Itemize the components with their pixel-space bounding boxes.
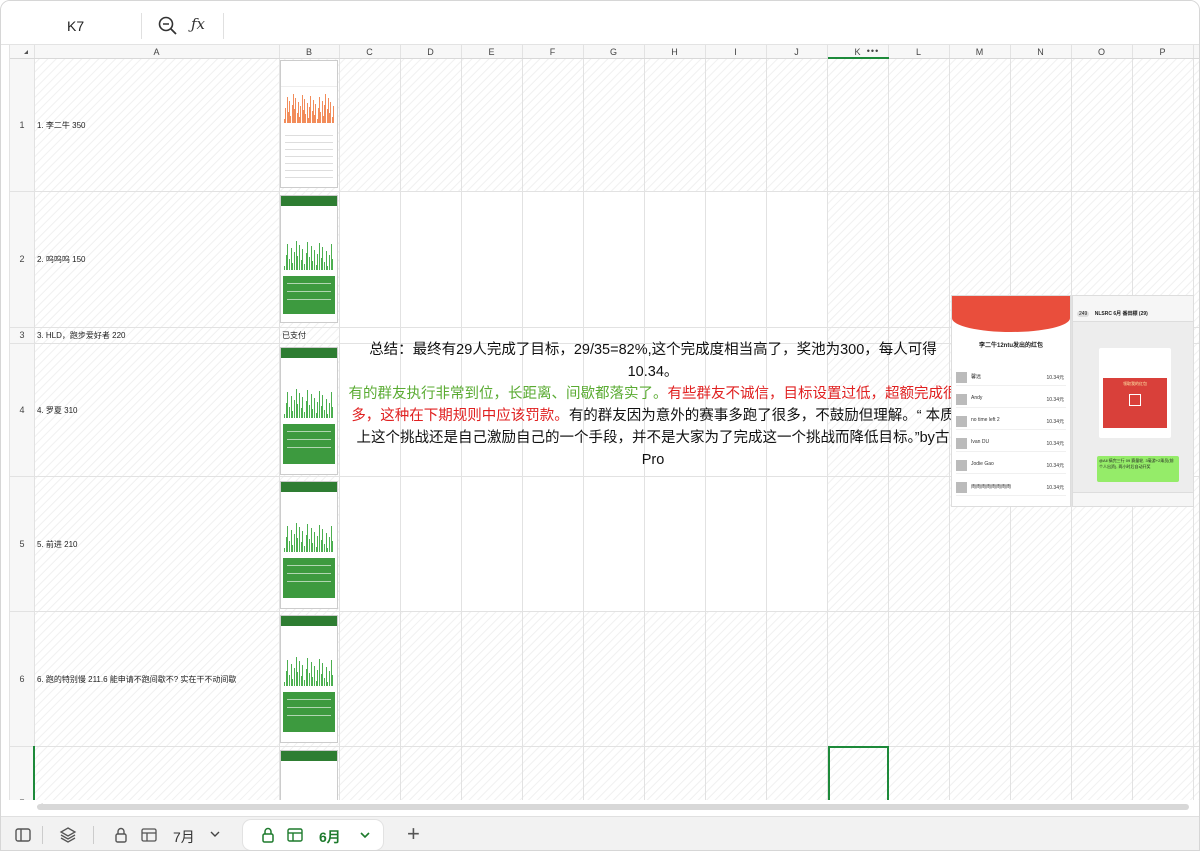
column-header-h[interactable]: H (644, 47, 705, 57)
horizontal-scrollbar[interactable] (37, 804, 1189, 810)
chat-message: @All 搞完三行 09 赛量轮, 3毫游+2乘员(前个人出资), 两小时后自动… (1097, 456, 1179, 482)
summary-praise: 有的群友执行非常到位，长距离、间歇都落实了。 (348, 386, 668, 402)
table-icon[interactable] (140, 826, 158, 844)
column-header-p[interactable]: P (1132, 47, 1193, 57)
tab-july[interactable]: 7月 (173, 827, 195, 847)
screenshot-thumbnail[interactable] (280, 615, 338, 743)
sheet-grid[interactable]: ABCDEFGHIJKLMNOP••• 1234567 1. 李二牛 3502.… (9, 45, 1199, 800)
lock-icon (262, 827, 274, 843)
summary-text[interactable]: 总结：最终有29人完成了目标，29/35=82%,这个完成度相当高了，奖池为30… (348, 339, 958, 471)
sidebar-toggle-icon[interactable] (14, 826, 32, 844)
list-item: 馨远 10.34元 (956, 370, 1066, 386)
cell-reference-box[interactable]: K7 (1, 1, 151, 45)
red-packet-card-title: 领取我的红包 (1123, 381, 1147, 386)
selected-cell[interactable] (828, 746, 889, 800)
column-header-g[interactable]: G (583, 47, 644, 57)
active-column-indicator (828, 57, 889, 59)
row-header-7[interactable]: 7 (10, 798, 34, 800)
list-item: 両両両両両両両両 10.34元 (956, 480, 1066, 496)
unread-badge: 249 (1077, 311, 1090, 317)
divider (223, 13, 224, 39)
row-header-3[interactable]: 3 (10, 330, 34, 340)
screenshot-thumbnail[interactable] (280, 60, 338, 188)
lock-icon[interactable] (112, 826, 130, 844)
list-item: Ivan DU 10.34元 (956, 436, 1066, 452)
list-item: no time left 2 10.34元 (956, 414, 1066, 430)
tab-june-label: 6月 (319, 829, 341, 845)
column-header-m[interactable]: M (949, 47, 1010, 57)
chevron-down-icon[interactable] (359, 829, 371, 841)
cell-a4[interactable]: 4. 罗夏 310 (37, 405, 77, 416)
row-header-4[interactable]: 4 (10, 405, 34, 415)
column-header-d[interactable]: D (400, 47, 461, 57)
row-header-6[interactable]: 6 (10, 674, 34, 684)
sheet-tab-bar: 7月 6月 + (1, 816, 1199, 850)
red-packet-screenshot[interactable]: 李二牛12ntu发出的红包 馨远 10.34元 Andy 10.34元 no tim… (951, 295, 1071, 507)
column-header-a[interactable]: A (34, 47, 279, 57)
tab-june[interactable]: 6月 (243, 820, 383, 850)
screenshot-thumbnail[interactable] (280, 750, 338, 800)
row-header-5[interactable]: 5 (10, 539, 34, 549)
column-header-e[interactable]: E (461, 47, 522, 57)
table-icon (287, 828, 303, 842)
divider (141, 13, 142, 39)
summary-line1: 总结：最终有29人完成了目标，29/35=82%,这个完成度相当高了，奖池为30… (369, 342, 937, 380)
chat-screenshot[interactable]: 249 NLSRC 6月 番田標 (29) 领取我的红包 @All 搞完三行 0… (1072, 295, 1194, 507)
cell-b3[interactable]: 已支付 (282, 330, 306, 341)
list-item: Andy 10.34元 (956, 392, 1066, 408)
column-header-c[interactable]: C (339, 47, 400, 57)
cell-a1[interactable]: 1. 李二牛 350 (37, 120, 85, 131)
cell-a6[interactable]: 6. 跑的特别慢 211.6 能申请不跑间歇不? 实在干不动间歇 (37, 674, 236, 685)
column-header-f[interactable]: F (522, 47, 583, 57)
chat-title: NLSRC 6月 番田標 (29) (1094, 311, 1148, 317)
cell-a2[interactable]: 2. 呜呜呜 150 (37, 254, 85, 265)
column-header-n[interactable]: N (1010, 47, 1071, 57)
zoom-out-icon[interactable] (157, 15, 179, 37)
column-header-i[interactable]: I (705, 47, 766, 57)
column-header-j[interactable]: J (766, 47, 827, 57)
screenshot-thumbnail[interactable] (280, 347, 338, 475)
screenshot-thumbnail[interactable] (280, 195, 338, 323)
formula-bar: K7 ƒx (1, 1, 1199, 45)
column-header-o[interactable]: O (1071, 47, 1132, 57)
function-icon[interactable]: ƒx (191, 15, 205, 33)
select-all-corner[interactable] (24, 50, 28, 54)
red-packet-title: 李二牛12ntu发出的红包 (978, 343, 1043, 349)
chevron-down-icon[interactable] (209, 828, 221, 840)
column-header-b[interactable]: B (279, 47, 339, 57)
column-header-l[interactable]: L (888, 47, 949, 57)
list-item: Jodie Gao 10.34元 (956, 458, 1066, 474)
column-menu-icon[interactable]: ••• (863, 46, 883, 56)
screenshot-thumbnail[interactable] (280, 481, 338, 609)
spreadsheet-window: K7 ƒx ABCDEFGHIJKLMNOP••• 1234567 1. 李二牛… (0, 0, 1200, 851)
active-row-indicator (33, 746, 35, 800)
row-header-2[interactable]: 2 (10, 254, 34, 264)
cell-a5[interactable]: 5. 前进 210 (37, 539, 77, 550)
cell-a3[interactable]: 3. HLD，跑步爱好者 220 (37, 330, 125, 341)
row-header-1[interactable]: 1 (10, 120, 34, 130)
add-sheet-button[interactable]: + (407, 820, 420, 848)
layers-icon[interactable] (59, 826, 77, 844)
